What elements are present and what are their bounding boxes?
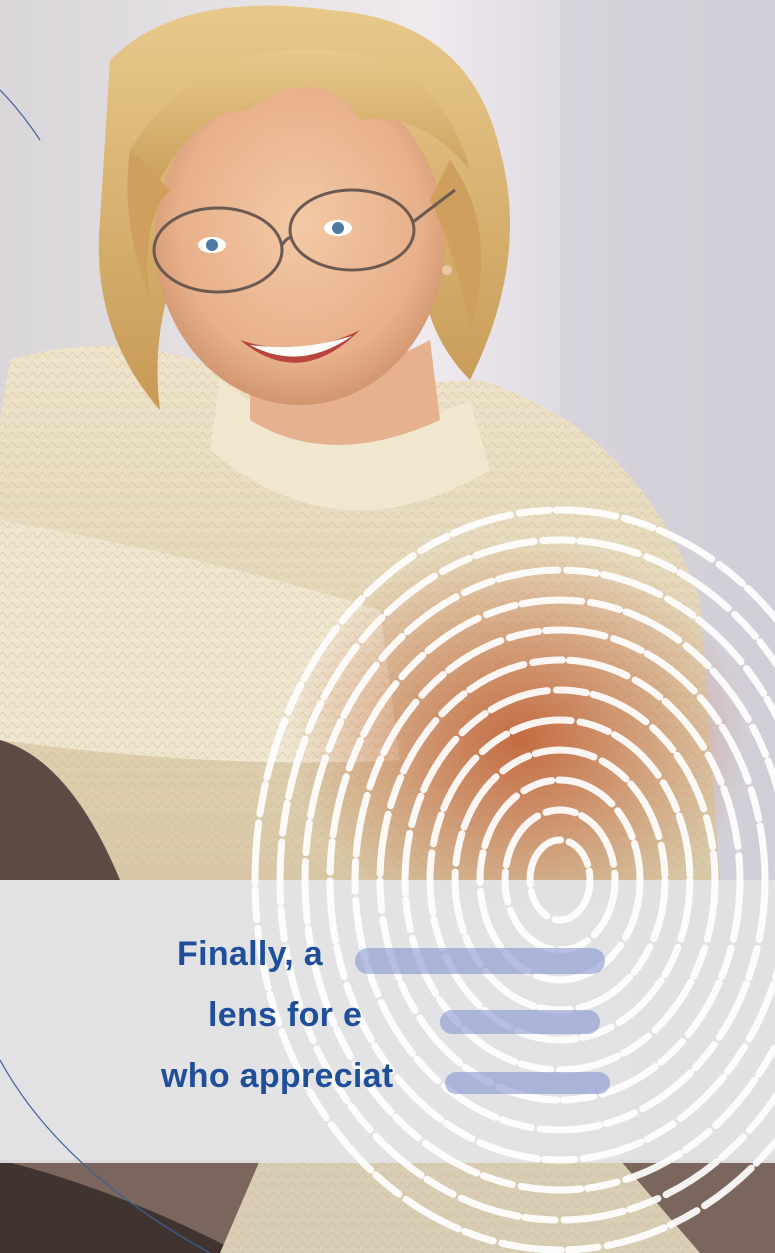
- headline-line-3: who appreciat: [161, 1057, 394, 1095]
- headline-line-2: lens for e: [208, 996, 363, 1034]
- headline-band: [0, 880, 775, 1163]
- headline-line-1: Finally, a: [177, 935, 323, 973]
